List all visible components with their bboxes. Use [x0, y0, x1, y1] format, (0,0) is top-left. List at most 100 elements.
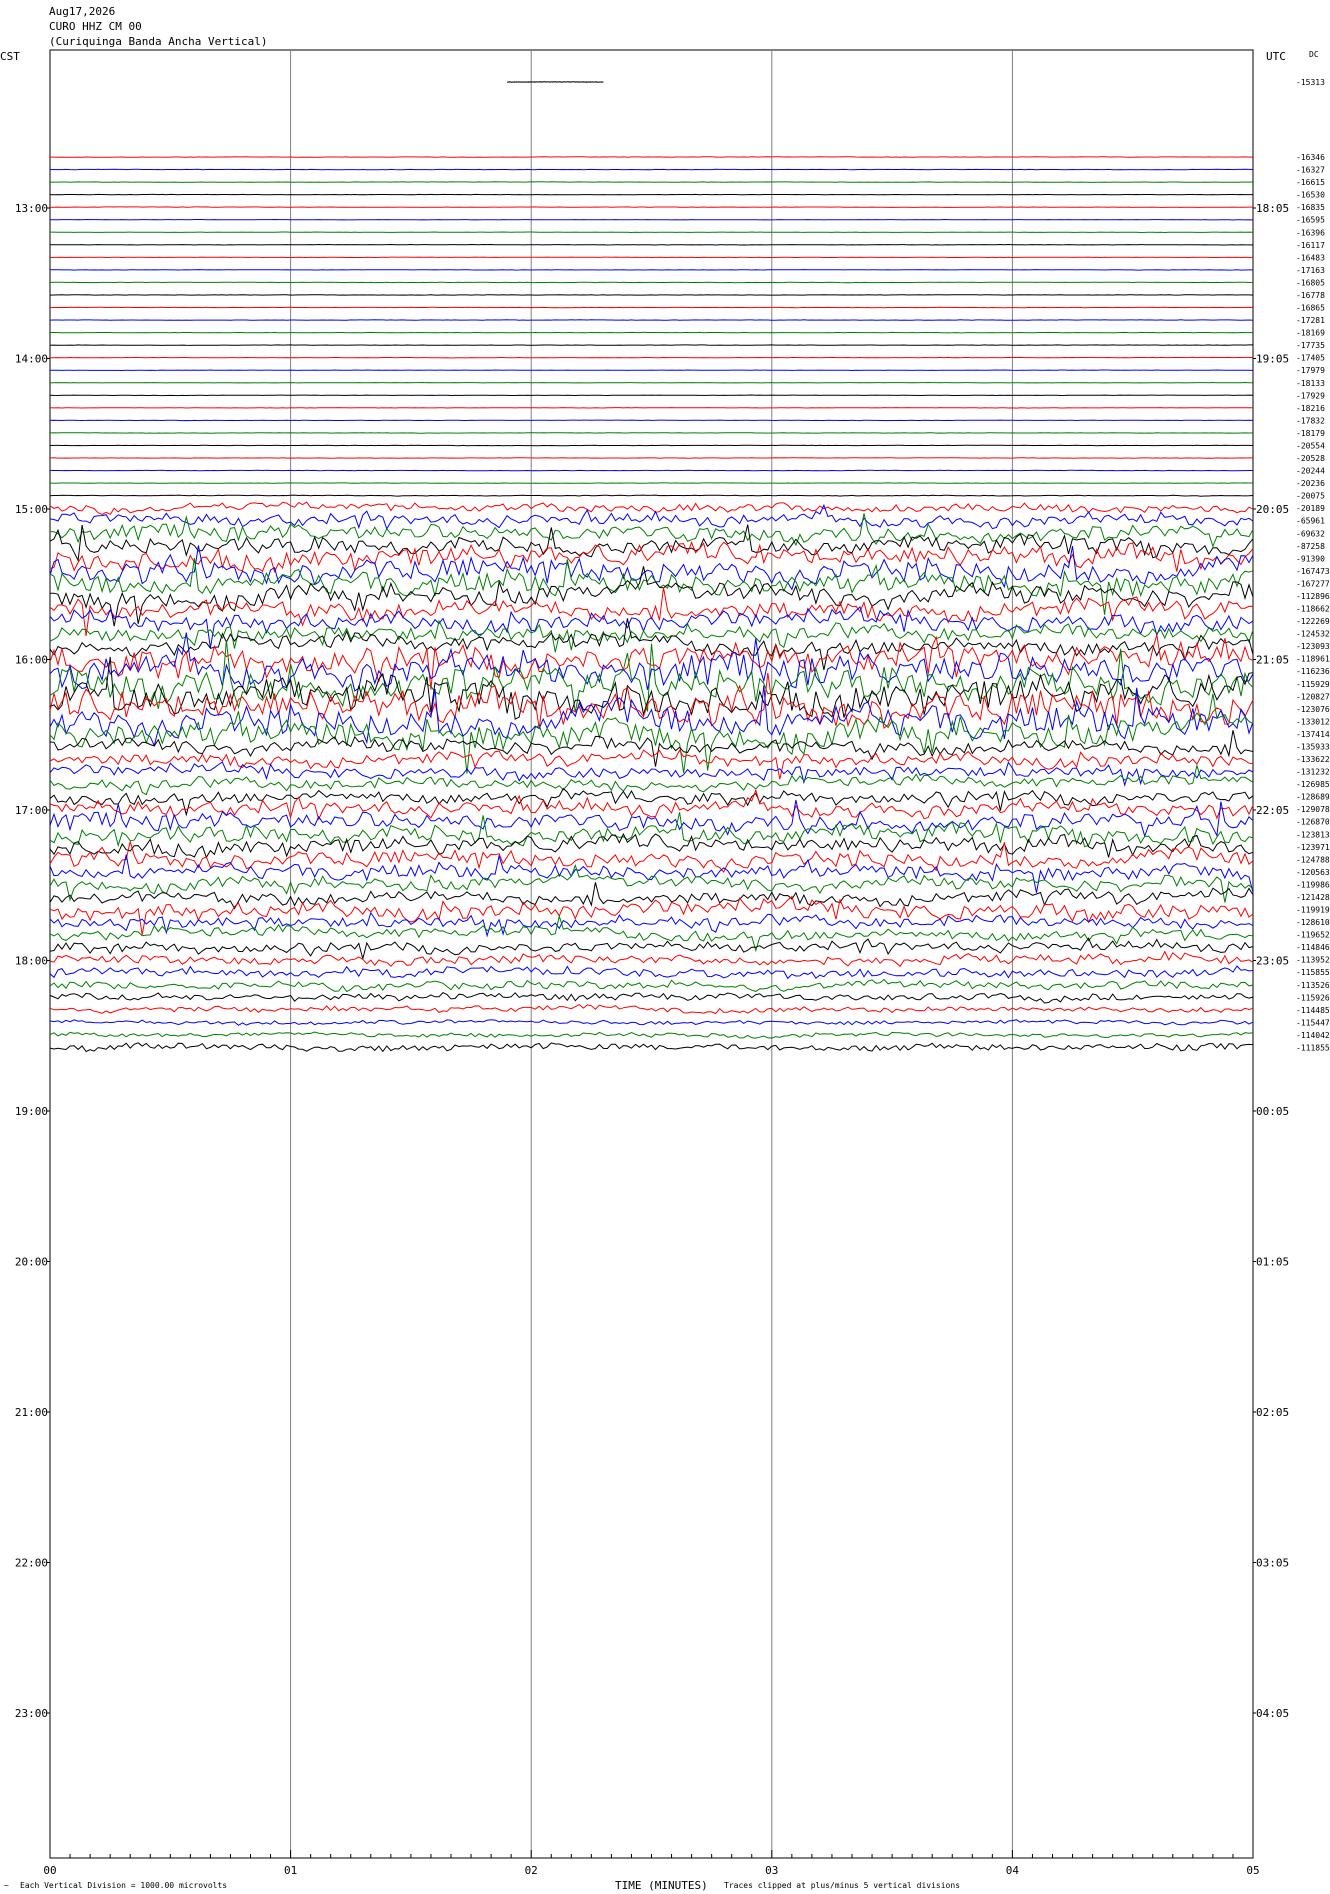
dc-offset-label: -113526: [1296, 981, 1330, 990]
dc-offset-label: -115929: [1296, 680, 1330, 689]
seismic-trace: [49, 1003, 1254, 1015]
dc-offset-label: -17163: [1296, 266, 1325, 275]
left-hour-label: 19:00: [15, 1105, 48, 1118]
right-hour-label: 04:05: [1256, 1707, 1289, 1720]
dc-offset-label: -18169: [1296, 329, 1325, 338]
left-hour-label: 23:00: [15, 1707, 48, 1720]
dc-offset-label: -20554: [1296, 441, 1325, 450]
dc-offset-label: -128610: [1296, 918, 1330, 927]
left-hour-label: 18:00: [15, 955, 48, 968]
seismic-trace: [49, 256, 1253, 259]
dc-offset-label: -16595: [1296, 216, 1325, 225]
dc-offset-label: -16483: [1296, 253, 1325, 262]
dc-offset-label: -111855: [1296, 1043, 1330, 1052]
left-hour-label: 21:00: [15, 1406, 48, 1419]
seismic-trace: [49, 749, 1254, 780]
seismic-trace: [49, 501, 1254, 516]
dc-offset-label: -69632: [1296, 529, 1325, 538]
left-hour-label: 16:00: [15, 654, 48, 667]
right-hour-label: 02:05: [1256, 1406, 1289, 1419]
dc-offset-label: -15313: [1296, 78, 1325, 87]
dc-offset-label: -17735: [1296, 341, 1325, 350]
seismic-trace: [49, 950, 1254, 968]
helicorder-plot: CST UTC DC 13:00 14:00 15:00 16:00 17:00 18:00 19…: [0, 49, 1330, 1892]
x-tick-label: 04: [1006, 1864, 1020, 1877]
x-tick-label: 00: [43, 1864, 56, 1877]
dc-offset-label: -167277: [1296, 579, 1330, 588]
dc-offset-label: -120563: [1296, 868, 1330, 877]
plot-frame: [49, 49, 1254, 1859]
dc-offset-label: -87258: [1296, 542, 1325, 551]
dc-offset-label: -17979: [1296, 366, 1325, 375]
dc-offset-label: -20189: [1296, 504, 1325, 513]
seismic-trace: [49, 181, 1254, 183]
dc-offset-label: -114485: [1296, 1006, 1330, 1015]
dc-offset-label: -16327: [1296, 166, 1325, 175]
dc-label: DC: [1309, 50, 1319, 59]
seismic-trace: [49, 1042, 1254, 1053]
dc-offset-label: -16530: [1296, 191, 1325, 200]
seismic-trace: [49, 444, 1254, 447]
dc-offset-label: -120827: [1296, 692, 1330, 701]
seismic-trace: [49, 788, 1254, 821]
dc-offset-label: -115926: [1296, 993, 1330, 1002]
x-tick-label: 03: [765, 1864, 778, 1877]
dc-offset-label: -91390: [1296, 554, 1325, 563]
dc-offset-label: -114846: [1296, 943, 1330, 952]
dc-offset-label: -129078: [1296, 805, 1330, 814]
dc-offset-label: -126985: [1296, 780, 1330, 789]
dc-offset-label: -112896: [1296, 592, 1330, 601]
dc-offset-label: -135933: [1296, 742, 1330, 751]
seismic-trace: [49, 965, 1254, 980]
dc-offset-label: -17832: [1296, 416, 1325, 425]
seismic-trace: [49, 853, 1254, 893]
seismic-trace: [49, 168, 1254, 171]
dc-offset-label: -115447: [1296, 1018, 1330, 1027]
dc-offset-label: -123971: [1296, 843, 1330, 852]
left-hour-label: 17:00: [15, 804, 48, 817]
dc-offset-label: -65961: [1296, 517, 1325, 526]
seismic-trace: [49, 634, 1254, 690]
dc-offset-label: -20236: [1296, 479, 1325, 488]
dc-offset-label: -123076: [1296, 705, 1330, 714]
seismic-trace: [50, 231, 1254, 234]
seismic-trace: [49, 513, 1254, 548]
dc-offset-label: -16346: [1296, 153, 1325, 162]
right-hour-label: 23:05: [1256, 955, 1289, 968]
dc-offset-label: -128689: [1296, 793, 1330, 802]
right-hour-label: 18:05: [1256, 202, 1289, 215]
seismic-trace: [49, 494, 1254, 497]
dc-offset-label: -18179: [1296, 429, 1325, 438]
dc-offset-label: -118961: [1296, 655, 1330, 664]
footer-scale-note: Each Vertical Division = 1000.00 microvo…: [20, 1881, 227, 1890]
dc-offset-label: -16805: [1296, 278, 1325, 287]
dc-offset-label: -133622: [1296, 755, 1330, 764]
seismic-trace: [49, 344, 1253, 346]
seismic-trace: [49, 457, 1253, 459]
left-hour-label: 14:00: [15, 353, 48, 366]
seismic-trace: [49, 545, 1254, 591]
seismic-trace: [507, 81, 604, 83]
seismic-trace: [49, 978, 1254, 993]
seismic-trace: [50, 243, 1254, 246]
seismic-trace: [49, 419, 1254, 422]
dc-offset-label: -20075: [1296, 492, 1325, 501]
dc-offset-label: -115855: [1296, 968, 1330, 977]
seismic-trace: [49, 672, 1254, 730]
right-hour-label: 00:05: [1256, 1105, 1289, 1118]
dc-offset-label: -124532: [1296, 630, 1330, 639]
dc-offset-label: -18216: [1296, 404, 1325, 413]
seismic-trace: [49, 407, 1253, 409]
seismic-trace: [49, 394, 1254, 397]
dc-offset-label: -121428: [1296, 893, 1330, 902]
seismic-trace: [50, 356, 1254, 359]
dc-offset-label: -17281: [1296, 316, 1325, 325]
dc-offset-label: -122269: [1296, 617, 1330, 626]
dc-offset-label: -17929: [1296, 391, 1325, 400]
dc-offset-label: -20528: [1296, 454, 1325, 463]
left-hour-label: 20:00: [15, 1256, 48, 1269]
dc-offset-label: -16778: [1296, 291, 1325, 300]
dc-offset-label: -114042: [1296, 1031, 1330, 1040]
seismic-trace: [49, 763, 1254, 796]
dc-offset-label: -118662: [1296, 605, 1330, 614]
